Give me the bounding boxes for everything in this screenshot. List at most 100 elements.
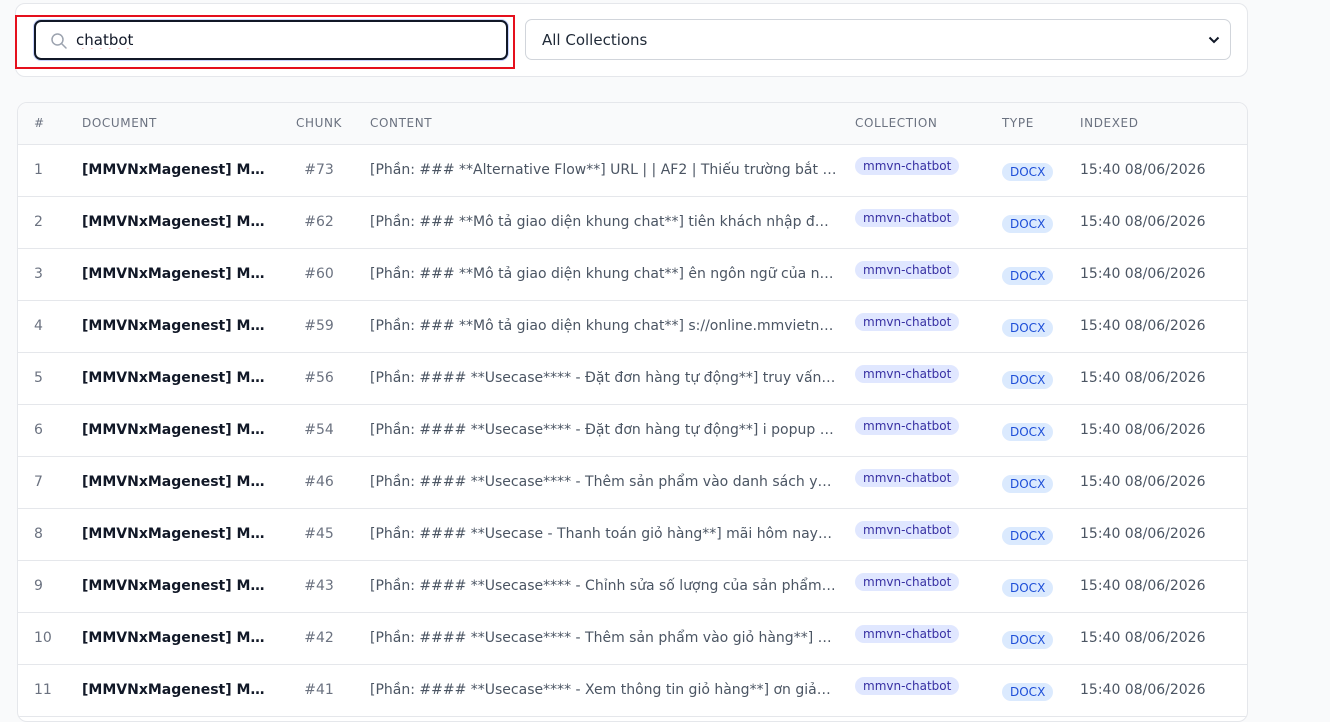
results-table-card: # DOCUMENT CHUNK CONTENT COLLECTION TYPE… — [17, 102, 1248, 722]
table-row[interactable]: 9 [MMVNxMagenest] MM C... #43 [Phần: #### *… — [18, 560, 1247, 613]
row-document[interactable]: [MMVNxMagenest] MM C... — [72, 300, 278, 353]
row-chunk: #56 — [278, 352, 360, 405]
row-document[interactable]: [MMVNxMagenest] MM C... — [72, 248, 278, 301]
row-number: 9 — [18, 560, 72, 613]
collection-badge: mmvn-chatbot — [855, 624, 960, 643]
row-content[interactable]: [Phần: #### **Usecase - Thanh toán giỏ h… — [360, 508, 843, 561]
row-indexed: 15:40 08/06/2026 — [1070, 300, 1247, 353]
collection-badge: mmvn-chatbot — [855, 468, 960, 487]
table-row[interactable]: 1 [MMVNxMagenest] MM C... #73 [Phần: ### **… — [18, 144, 1247, 197]
row-content[interactable]: [Phần: #### **Usecase**** - Xem thông ti… — [360, 664, 843, 717]
row-indexed: 15:40 08/06/2026 — [1070, 560, 1247, 613]
table-row[interactable]: 6 [MMVNxMagenest] MM C... #54 [Phần: #### *… — [18, 404, 1247, 457]
type-badge: DOCX — [1002, 162, 1054, 181]
row-chunk: #73 — [278, 144, 360, 197]
row-document[interactable]: [MMVNxMagenest] MM C... — [72, 404, 278, 457]
row-indexed: 15:40 08/06/2026 — [1070, 352, 1247, 405]
collection-badge: mmvn-chatbot — [855, 416, 960, 435]
table-row[interactable]: 11 [MMVNxMagenest] MM C... #41 [Phần: #### … — [18, 664, 1247, 717]
collection-badge: mmvn-chatbot — [855, 572, 960, 591]
row-number: 7 — [18, 456, 72, 509]
col-header-type[interactable]: TYPE — [990, 103, 1070, 145]
row-content[interactable]: [Phần: #### **Usecase**** - Thêm sản phẩ… — [360, 456, 843, 509]
row-chunk: #62 — [278, 196, 360, 249]
col-header-collection[interactable]: COLLECTION — [843, 103, 990, 145]
row-number: 11 — [18, 664, 72, 717]
table-row[interactable]: 8 [MMVNxMagenest] MM C... #45 [Phần: #### *… — [18, 508, 1247, 561]
type-badge: DOCX — [1002, 474, 1054, 493]
row-document[interactable]: [MMVNxMagenest] MM C... — [72, 560, 278, 613]
row-number: 6 — [18, 404, 72, 457]
row-document[interactable]: [MMVNxMagenest] MM C... — [72, 508, 278, 561]
collection-badge: mmvn-chatbot — [855, 156, 960, 175]
type-badge: DOCX — [1002, 422, 1054, 441]
row-chunk: #43 — [278, 560, 360, 613]
type-badge: DOCX — [1002, 630, 1054, 649]
table-row[interactable]: 4 [MMVNxMagenest] MM C... #59 [Phần: ### **… — [18, 300, 1247, 353]
row-document[interactable]: [MMVNxMagenest] MM C... — [72, 456, 278, 509]
table-row[interactable]: 3 [MMVNxMagenest] MM C... #60 [Phần: ### **… — [18, 248, 1247, 301]
row-content[interactable]: [Phần: #### **Usecase**** - Thêm sản phẩ… — [360, 612, 843, 665]
collection-badge: mmvn-chatbot — [855, 676, 960, 695]
col-header-chunk[interactable]: CHUNK — [278, 103, 360, 145]
table-header-row: # DOCUMENT CHUNK CONTENT COLLECTION TYPE… — [18, 103, 1247, 145]
collection-badge: mmvn-chatbot — [855, 260, 960, 279]
row-indexed: 15:40 08/06/2026 — [1070, 196, 1247, 249]
row-chunk: #42 — [278, 612, 360, 665]
row-content[interactable]: [Phần: ### **Mô tả giao diện khung chat*… — [360, 300, 843, 353]
row-document[interactable]: [MMVNxMagenest] MM C... — [72, 196, 278, 249]
row-chunk: #41 — [278, 664, 360, 717]
collection-badge: mmvn-chatbot — [855, 208, 960, 227]
collection-badge: mmvn-chatbot — [855, 364, 960, 383]
row-content[interactable]: [Phần: ### **Mô tả giao diện khung chat*… — [360, 248, 843, 301]
collection-badge: mmvn-chatbot — [855, 520, 960, 539]
row-document[interactable]: [MMVNxMagenest] MM C... — [72, 144, 278, 197]
table-row[interactable]: 2 [MMVNxMagenest] MM C... #62 [Phần: ### **… — [18, 196, 1247, 249]
row-document[interactable]: [MMVNxMagenest] MM C... — [72, 352, 278, 405]
row-indexed: 15:40 08/06/2026 — [1070, 508, 1247, 561]
row-chunk: #59 — [278, 300, 360, 353]
row-content[interactable]: [Phần: #### **Usecase**** - Đặt đơn hàng… — [360, 352, 843, 405]
row-chunk: #60 — [278, 248, 360, 301]
row-content[interactable]: [Phần: #### **Usecase**** - Đặt đơn hàng… — [360, 404, 843, 457]
col-header-num[interactable]: # — [18, 103, 72, 145]
col-header-indexed[interactable]: INDEXED — [1070, 103, 1247, 145]
row-indexed: 15:40 08/06/2026 — [1070, 456, 1247, 509]
row-content[interactable]: [Phần: #### **Usecase**** - Chỉnh sửa số… — [360, 560, 843, 613]
collection-select-value: All Collections — [542, 31, 648, 49]
type-badge: DOCX — [1002, 526, 1054, 545]
row-number: 5 — [18, 352, 72, 405]
row-chunk: #45 — [278, 508, 360, 561]
type-badge: DOCX — [1002, 682, 1054, 701]
row-indexed: 15:40 08/06/2026 — [1070, 404, 1247, 457]
row-content[interactable]: [Phần: ### **Alternative Flow**] URL | |… — [360, 144, 843, 197]
row-indexed: 15:40 08/06/2026 — [1070, 664, 1247, 717]
type-badge: DOCX — [1002, 318, 1054, 337]
row-content[interactable]: [Phần: ### **Mô tả giao diện khung chat*… — [360, 196, 843, 249]
row-chunk: #54 — [278, 404, 360, 457]
row-number: 8 — [18, 508, 72, 561]
collection-select[interactable]: All Collections — [525, 19, 1231, 60]
row-document[interactable]: [MMVNxMagenest] MM C... — [72, 612, 278, 665]
row-number: 4 — [18, 300, 72, 353]
table-row[interactable]: 5 [MMVNxMagenest] MM C... #56 [Phần: #### *… — [18, 352, 1247, 405]
row-indexed: 15:40 08/06/2026 — [1070, 248, 1247, 301]
row-number: 10 — [18, 612, 72, 665]
row-indexed: 15:40 08/06/2026 — [1070, 612, 1247, 665]
row-document[interactable]: [MMVNxMagenest] MM C... — [72, 664, 278, 717]
row-indexed: 15:40 08/06/2026 — [1070, 144, 1247, 197]
col-header-content[interactable]: CONTENT — [360, 103, 843, 145]
results-table: # DOCUMENT CHUNK CONTENT COLLECTION TYPE… — [18, 103, 1247, 717]
chevron-down-icon — [1208, 36, 1220, 44]
col-header-document[interactable]: DOCUMENT — [72, 103, 278, 145]
table-row[interactable]: 10 [MMVNxMagenest] MM C... #42 [Phần: #### … — [18, 612, 1247, 665]
type-badge: DOCX — [1002, 266, 1054, 285]
search-highlight-frame — [15, 15, 515, 69]
table-row[interactable]: 7 [MMVNxMagenest] MM C... #46 [Phần: #### *… — [18, 456, 1247, 509]
row-number: 2 — [18, 196, 72, 249]
row-number: 3 — [18, 248, 72, 301]
type-badge: DOCX — [1002, 370, 1054, 389]
type-badge: DOCX — [1002, 214, 1054, 233]
type-badge: DOCX — [1002, 578, 1054, 597]
collection-badge: mmvn-chatbot — [855, 312, 960, 331]
